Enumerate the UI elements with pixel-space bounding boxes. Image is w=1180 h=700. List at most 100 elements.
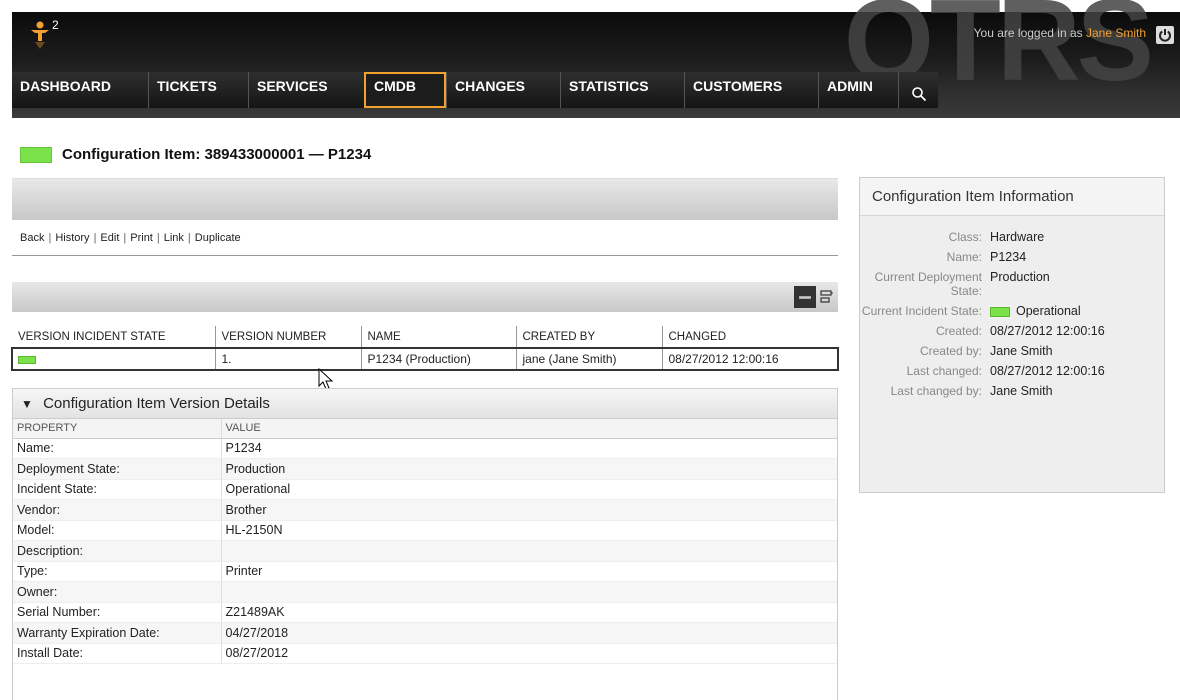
nav-search-button[interactable]: [898, 72, 938, 108]
nav-customers[interactable]: CUSTOMERS: [684, 72, 818, 108]
property-label: Install Date:: [13, 643, 222, 664]
column-header-name[interactable]: NAME: [360, 326, 516, 349]
action-separator: |: [187, 232, 191, 244]
view-small-button[interactable]: [794, 286, 816, 308]
info-row: Last changed: 08/27/2012 12:00:16: [860, 364, 1164, 378]
property-label: Owner:: [13, 581, 222, 603]
info-value: P1234: [990, 250, 1026, 264]
incident-state-swatch: [18, 356, 36, 365]
ci-information-sidebar: Configuration Item Information Class: Har…: [859, 177, 1165, 493]
action-edit-link[interactable]: Edit: [100, 232, 119, 244]
action-separator: |: [123, 232, 127, 244]
table-row: Owner:: [13, 581, 837, 603]
page-title-text: Configuration Item: 389433000001 — P1234: [62, 146, 372, 163]
incident-state-swatch: [20, 146, 52, 163]
info-label: Created:: [935, 324, 982, 338]
nav-admin[interactable]: ADMIN: [818, 72, 898, 108]
column-header-changed[interactable]: CHANGED: [661, 326, 838, 349]
logout-button[interactable]: [1156, 26, 1174, 44]
table-row: Name: P1234: [13, 438, 837, 459]
nav-changes[interactable]: CHANGES: [446, 72, 560, 108]
info-row: Current Incident State: Operational: [860, 304, 1164, 318]
version-incident-state-cell: [12, 348, 215, 370]
table-row: Model: HL-2150N: [13, 520, 837, 541]
action-link-link[interactable]: Link: [164, 232, 184, 244]
column-header-property: PROPERTY: [13, 419, 222, 439]
version-details-title: Configuration Item Version Details: [43, 395, 270, 412]
table-row: Install Date: 08/27/2012: [13, 643, 837, 664]
otrs-figure-icon[interactable]: [28, 20, 52, 50]
info-row: Class: Hardware: [860, 230, 1164, 244]
info-label: Current Incident State:: [861, 304, 982, 318]
info-value-text: Jane Smith: [990, 384, 1053, 398]
nav-tickets[interactable]: TICKETS: [148, 72, 248, 108]
incident-state-swatch: [990, 306, 1010, 317]
nav-services[interactable]: SERVICES: [248, 72, 364, 108]
details-table-header: PROPERTY VALUE: [13, 419, 837, 439]
property-value: P1234: [221, 438, 837, 459]
property-value: 08/27/2012: [221, 643, 837, 664]
property-label: Name:: [13, 438, 222, 459]
nav-statistics[interactable]: STATISTICS: [560, 72, 684, 108]
property-label: Serial Number:: [13, 602, 222, 623]
property-label: Incident State:: [13, 479, 222, 500]
info-row: Current Deployment State: Production: [860, 270, 1164, 298]
view-medium-button[interactable]: [818, 286, 836, 308]
sidebar-title: Configuration Item Information: [860, 178, 1164, 216]
info-value-text: Hardware: [990, 230, 1045, 244]
table-row: Vendor: Brother: [13, 499, 837, 521]
action-back-link[interactable]: Back: [20, 232, 44, 244]
info-value: Jane Smith: [990, 344, 1053, 358]
property-value: Production: [221, 458, 837, 480]
power-icon: [1159, 29, 1171, 42]
info-value-text: Operational: [1016, 304, 1081, 318]
table-row: Warranty Expiration Date: 04/27/2018: [13, 622, 837, 644]
action-duplicate-link[interactable]: Duplicate: [195, 232, 241, 244]
nav-cmdb[interactable]: CMDB: [364, 72, 446, 108]
action-separator: |: [48, 232, 52, 244]
info-value-text: 08/27/2012 12:00:16: [990, 364, 1105, 378]
info-row: Name: P1234: [860, 250, 1164, 264]
version-details-panel: ▼ Configuration Item Version Details PRO…: [12, 388, 838, 700]
property-value: [221, 540, 837, 562]
action-separator: |: [156, 232, 160, 244]
version-table: VERSION INCIDENT STATE VERSION NUMBER NAME…: [11, 326, 839, 371]
info-label: Class:: [948, 230, 982, 244]
nav-dashboard[interactable]: DASHBOARD: [12, 72, 148, 108]
info-row: Last changed by: Jane Smith: [860, 384, 1164, 398]
info-value-text: P1234: [990, 250, 1027, 264]
table-row[interactable]: 1. P1234 (Production) jane (Jane Smith) …: [11, 347, 839, 371]
login-user-link[interactable]: Jane Smith: [1086, 26, 1146, 40]
column-header-value: VALUE: [221, 419, 837, 439]
info-label: Last changed by:: [890, 384, 982, 398]
column-header-version-number[interactable]: VERSION NUMBER: [214, 326, 361, 349]
info-value-text: Jane Smith: [990, 344, 1053, 358]
action-menu: Back | History | Edit | Print | Link | Duplicate: [12, 220, 838, 256]
info-row: Created by: Jane Smith: [860, 344, 1164, 358]
version-details-toggle[interactable]: ▼ Configuration Item Version Details: [13, 389, 837, 419]
login-prefix: You are logged in as: [973, 26, 1083, 40]
notification-count[interactable]: 2: [52, 18, 59, 32]
version-changed-cell: 08/27/2012 12:00:16: [661, 348, 838, 370]
action-history-link[interactable]: History: [55, 232, 89, 244]
action-header-bar: [12, 178, 838, 220]
main-nav: DASHBOARD TICKETS SERVICES CMDB CHANGES STATI…: [12, 72, 938, 108]
info-value: Operational: [990, 304, 1081, 318]
header: OTRS 2 You are logged in as Jane Smith D…: [0, 0, 1180, 118]
sidebar-body: Class: Hardware Name: P1234 Current Deployme…: [860, 216, 1164, 398]
column-header-created-by[interactable]: CREATED BY: [515, 326, 662, 349]
property-value: Z21489AK: [221, 602, 837, 623]
info-value: Production: [990, 270, 1050, 298]
version-number-cell: 1.: [214, 348, 361, 370]
action-print-link[interactable]: Print: [130, 232, 153, 244]
info-value: Hardware: [990, 230, 1044, 244]
login-info: You are logged in as Jane Smith: [974, 26, 1146, 40]
info-label: Created by:: [919, 344, 982, 358]
property-value: Operational: [221, 479, 837, 500]
property-value: Printer: [221, 561, 837, 582]
table-row: Incident State: Operational: [13, 479, 837, 500]
version-details-table: PROPERTY VALUE Name: P1234 Deployment Stat…: [13, 419, 837, 664]
table-row: Type: Printer: [13, 561, 837, 582]
column-header-version-incident-state[interactable]: VERSION INCIDENT STATE: [12, 326, 215, 349]
page-title: Configuration Item: 389433000001 — P1234: [20, 146, 371, 163]
